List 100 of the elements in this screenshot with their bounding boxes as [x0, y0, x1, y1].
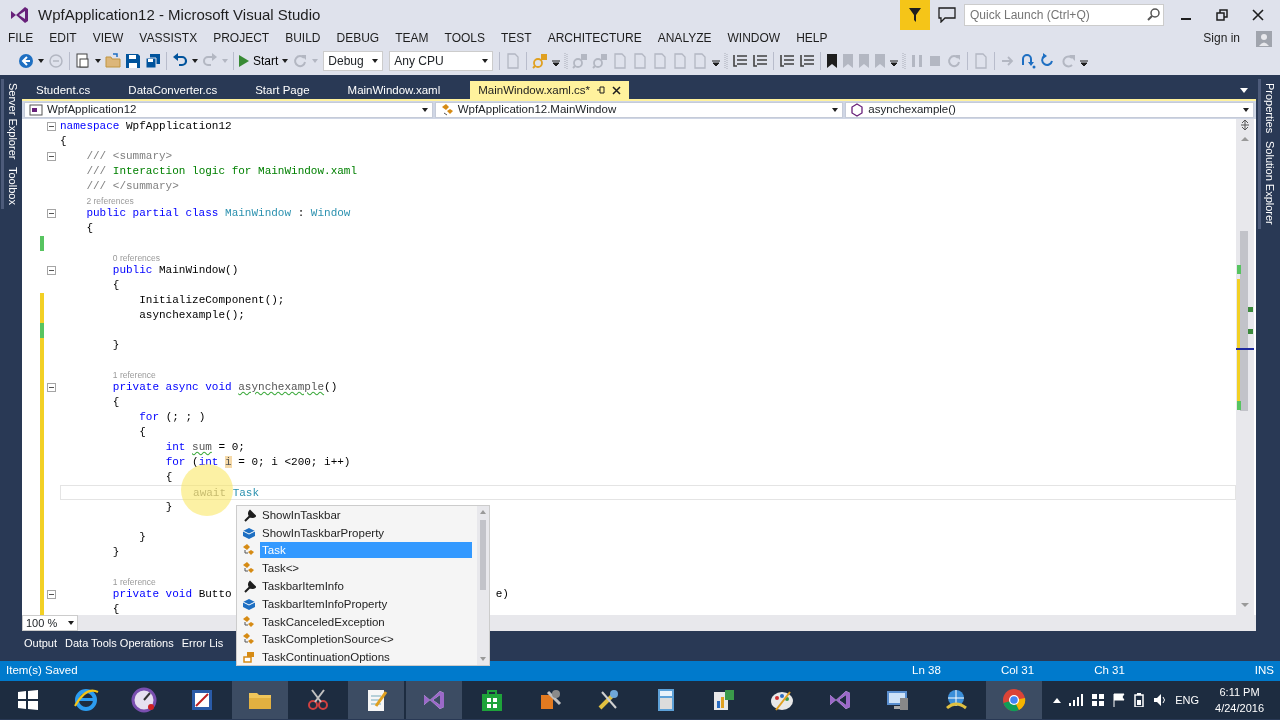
speaker-icon[interactable]	[1153, 693, 1168, 707]
signal-icon[interactable]	[1069, 694, 1084, 706]
class-icon	[242, 614, 256, 629]
indent-icon[interactable]	[779, 53, 796, 69]
reference-count: 1 reference	[112, 369, 156, 381]
tool-tab[interactable]: Data Tools Operations	[65, 635, 174, 661]
undo-icon[interactable]	[172, 53, 188, 69]
close-icon[interactable]	[1252, 9, 1264, 21]
navigation-dropdown[interactable]: asynchexample()	[845, 102, 1254, 118]
navigation-dropdown[interactable]: WpfApplication12	[24, 102, 433, 118]
dropdown-field[interactable]: Any CPU	[389, 51, 494, 71]
code-line: InitializeComponent();	[139, 294, 285, 306]
column-number: Col 31	[1000, 663, 1035, 679]
completion-item[interactable]: TaskbarItemInfoProperty	[260, 595, 472, 612]
collapse-icon[interactable]	[47, 266, 56, 275]
flag-icon[interactable]	[1113, 693, 1126, 707]
bookmark-icon[interactable]	[826, 53, 839, 69]
back-icon[interactable]	[18, 53, 34, 69]
menu-item[interactable]: EDIT	[41, 30, 85, 47]
caret-icon	[482, 59, 489, 63]
sign-in-link[interactable]: Sign in	[1195, 30, 1248, 47]
indent-icon[interactable]	[732, 53, 749, 69]
filter-button[interactable]	[900, 0, 930, 30]
battery-icon[interactable]	[1133, 693, 1146, 707]
dropdown-field[interactable]: Debug	[323, 51, 384, 71]
menu-item[interactable]: WINDOW	[719, 30, 789, 47]
completion-item[interactable]: TaskCompletionSource<>	[260, 631, 472, 648]
caret-icon[interactable]	[1240, 87, 1248, 93]
clock-time[interactable]: 6:11 PM	[1219, 683, 1260, 700]
save-all-icon[interactable]	[145, 53, 161, 69]
caret-icon[interactable]	[192, 59, 198, 63]
menu-item[interactable]: VIEW	[84, 30, 132, 47]
feedback-icon[interactable]	[938, 7, 956, 23]
document-tab[interactable]: Student.cs	[28, 81, 99, 99]
collapse-icon[interactable]	[47, 590, 56, 599]
menu-item[interactable]: VASSISTX	[131, 30, 206, 47]
collapse-icon[interactable]	[47, 152, 56, 161]
start-button[interactable]: Start	[237, 50, 281, 72]
restore-icon[interactable]	[1216, 9, 1228, 21]
completion-item[interactable]: TaskCanceledException	[260, 613, 472, 630]
completion-item[interactable]: ShowInTaskbar	[260, 506, 472, 523]
caret-icon[interactable]	[1053, 697, 1062, 703]
code-line: /// Interaction logic for MainWindow.xaml	[86, 165, 358, 177]
tool-tab[interactable]: Error Lis	[181, 635, 224, 661]
completion-item[interactable]: TaskContinuationOptions	[260, 649, 472, 666]
reference-count: 2 references	[86, 195, 134, 207]
code-line: asynchexample();	[139, 309, 245, 321]
menu-item[interactable]: DEBUG	[328, 30, 388, 47]
collapse-icon[interactable]	[47, 383, 56, 392]
caret-icon[interactable]	[282, 59, 289, 63]
search-icon	[1147, 8, 1160, 21]
wrench-icon	[242, 579, 256, 594]
close-icon[interactable]	[612, 85, 622, 95]
indent-icon[interactable]	[752, 53, 769, 69]
caret-icon	[832, 108, 839, 112]
document-tab[interactable]: MainWindow.xaml	[339, 81, 449, 99]
indent-icon[interactable]	[799, 53, 816, 69]
save-icon[interactable]	[125, 53, 141, 69]
menu-item[interactable]: TOOLS	[436, 30, 493, 47]
code-line: for (; ; )	[139, 411, 206, 423]
completion-item[interactable]: Task<>	[260, 560, 472, 577]
zoom-dropdown[interactable]: 100 %	[22, 615, 78, 631]
completion-item[interactable]: TaskbarItemInfo	[260, 578, 472, 595]
gauge-icon[interactable]	[130, 686, 158, 714]
clock-date[interactable]: 4/24/2016	[1215, 700, 1264, 717]
scrollbar[interactable]	[477, 506, 489, 665]
collapse-icon[interactable]	[47, 122, 56, 131]
side-tab[interactable]: Solution Explorer	[1258, 137, 1278, 229]
language-indicator[interactable]: ENG	[1175, 691, 1200, 709]
menu-item[interactable]: PROJECT	[205, 30, 278, 47]
circle-logo-icon[interactable]	[1000, 686, 1028, 714]
document-tab[interactable]: MainWindow.xaml.cs*	[470, 81, 630, 99]
menu-item[interactable]: TEAM	[387, 30, 437, 47]
scrollbar[interactable]	[1236, 119, 1254, 615]
menu-item[interactable]: HELP	[788, 30, 836, 47]
menu-item[interactable]: BUILD	[277, 30, 329, 47]
menu-item[interactable]: FILE	[0, 30, 42, 47]
new-project-icon[interactable]	[75, 53, 91, 69]
menu-item[interactable]: ARCHITECTURE	[539, 30, 650, 47]
tool-tab[interactable]: Output	[24, 635, 58, 661]
completion-item[interactable]: ShowInTaskbarProperty	[260, 524, 472, 541]
collapse-icon[interactable]	[47, 209, 56, 218]
browser-icon[interactable]	[72, 686, 100, 714]
document-tab[interactable]: Start Page	[247, 81, 318, 99]
filter-icon	[909, 8, 921, 22]
code-line: {	[165, 471, 173, 483]
step-over-icon[interactable]	[1020, 53, 1037, 69]
insert-mode: INS	[1254, 663, 1274, 679]
class-icon	[242, 543, 256, 558]
caret-icon[interactable]	[95, 59, 101, 63]
pin-icon[interactable]	[596, 85, 607, 95]
caret-icon[interactable]	[38, 59, 44, 63]
navigation-dropdown[interactable]: WpfApplication12.MainWindow	[434, 102, 844, 118]
quick-launch-field[interactable]: Quick Launch (Ctrl+Q)	[964, 4, 1164, 26]
logo-icon	[8, 4, 30, 26]
side-tab[interactable]: Properties	[1258, 79, 1278, 138]
menu-item[interactable]: ANALYZE	[649, 30, 720, 47]
menu-item[interactable]: TEST	[493, 30, 540, 47]
grip-icon	[902, 52, 907, 70]
document-tab[interactable]: DataConverter.cs	[120, 81, 226, 99]
